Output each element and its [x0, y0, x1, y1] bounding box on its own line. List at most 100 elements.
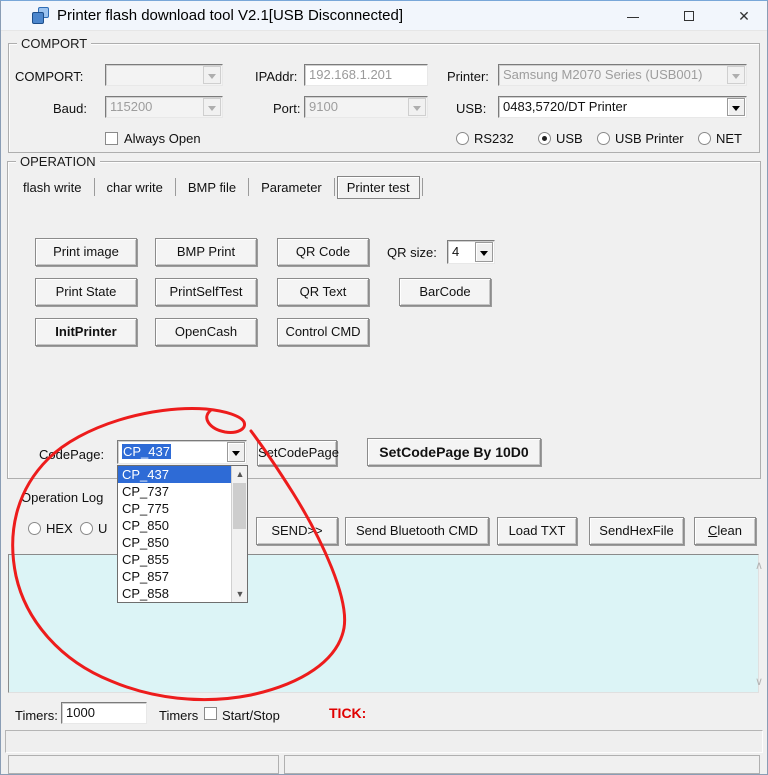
send-hex-file-button[interactable]: SendHexFile	[589, 517, 684, 545]
control-cmd-button[interactable]: Control CMD	[277, 318, 369, 346]
radio-usb-printer[interactable]	[597, 132, 610, 145]
port-label: Port:	[273, 101, 301, 116]
codepage-selected-value: CP_437	[122, 444, 171, 459]
radio-second[interactable]	[80, 522, 93, 535]
tab-bmp-file[interactable]: BMP file	[178, 177, 246, 198]
timers-label: Timers:	[15, 708, 58, 723]
qr-size-select[interactable]: 4	[447, 240, 495, 264]
bmp-print-button[interactable]: BMP Print	[155, 238, 257, 266]
print-self-test-button[interactable]: PrintSelfTest	[155, 278, 257, 306]
codepage-option[interactable]: CP_737	[118, 483, 247, 500]
always-open-checkbox[interactable]	[105, 132, 118, 145]
scrollbar-thumb[interactable]	[233, 483, 246, 529]
comport-label: COMPORT:	[15, 69, 84, 84]
qr-text-button[interactable]: QR Text	[277, 278, 369, 306]
tab-separator	[333, 178, 335, 196]
app-icon	[32, 7, 50, 25]
window-title: Printer flash download tool V2.1[USB Dis…	[57, 7, 404, 24]
log-scroll-down-icon[interactable]: ∨	[755, 675, 763, 688]
comport-select[interactable]	[105, 64, 223, 86]
usb-label: USB:	[456, 101, 487, 116]
radio-rs232[interactable]	[456, 132, 469, 145]
maximize-button[interactable]	[673, 4, 707, 28]
statusbar-panel-2	[284, 755, 760, 774]
radio-net-label: NET	[716, 131, 742, 146]
timers-checkbox-label: Timers	[159, 708, 199, 723]
printer-select-arrow[interactable]	[727, 66, 745, 84]
codepage-select[interactable]: CP_437	[117, 440, 247, 464]
radio-net[interactable]	[698, 132, 711, 145]
send-bluetooth-cmd-button[interactable]: Send Bluetooth CMD	[345, 517, 489, 545]
barcode-button[interactable]: BarCode	[399, 278, 491, 306]
radio-usb-label: USB	[556, 131, 583, 146]
codepage-option[interactable]: CP_850	[118, 534, 247, 551]
tab-separator	[93, 178, 95, 196]
radio-rs232-label: RS232	[474, 131, 514, 146]
radio-hex[interactable]	[28, 522, 41, 535]
usb-select[interactable]: 0483,5720/DT Printer	[498, 96, 747, 118]
load-txt-button[interactable]: Load TXT	[497, 517, 577, 545]
tick-label: TICK:	[329, 705, 367, 721]
set-codepage-button[interactable]: SetCodePage	[257, 440, 339, 466]
codepage-dropdown-list: CP_437 CP_737 CP_775 CP_850 CP_850 CP_85…	[117, 465, 248, 603]
tab-flash-write[interactable]: flash write	[13, 177, 92, 198]
print-image-button[interactable]: Print image	[35, 238, 137, 266]
comport-select-arrow[interactable]	[203, 66, 221, 84]
tab-separator	[248, 178, 250, 196]
log-scroll-up-icon[interactable]: ∧	[755, 559, 763, 572]
codepage-option[interactable]: CP_437	[118, 466, 247, 483]
message-bar	[5, 730, 763, 753]
minimize-button[interactable]	[616, 4, 650, 28]
tab-separator	[174, 178, 176, 196]
baud-label: Baud:	[53, 101, 87, 116]
tab-parameter[interactable]: Parameter	[251, 177, 332, 198]
timers-input[interactable]: 1000	[61, 702, 147, 724]
codepage-option[interactable]: CP_858	[118, 585, 247, 602]
ipaddr-label: IPAddr:	[255, 69, 298, 84]
codepage-option[interactable]: CP_775	[118, 500, 247, 517]
radio-usb[interactable]	[538, 132, 551, 145]
tab-char-write[interactable]: char write	[97, 177, 173, 198]
usb-select-arrow[interactable]	[727, 98, 745, 116]
scroll-up-icon[interactable]: ▲	[232, 466, 248, 482]
baud-select-arrow[interactable]	[203, 98, 221, 116]
codepage-option[interactable]: CP_850	[118, 517, 247, 534]
operation-tabs: flash write char write BMP file Paramete…	[13, 175, 425, 199]
init-printer-button[interactable]: InitPrinter	[35, 318, 137, 346]
operation-group-label: OPERATION	[16, 154, 100, 169]
radio-usb-printer-label: USB Printer	[615, 131, 684, 146]
port-select[interactable]: 9100	[304, 96, 428, 118]
app-window: Printer flash download tool V2.1[USB Dis…	[0, 0, 768, 775]
open-cash-button[interactable]: OpenCash	[155, 318, 257, 346]
start-stop-checkbox[interactable]	[204, 707, 217, 720]
set-codepage-by-10d0-button[interactable]: SetCodePage By 10D0	[367, 438, 541, 466]
send-button[interactable]: SEND>>	[256, 517, 338, 545]
minimize-icon	[627, 17, 639, 18]
dropdown-scrollbar[interactable]: ▲ ▼	[231, 466, 247, 602]
close-button[interactable]: ✕	[727, 4, 761, 28]
always-open-label: Always Open	[124, 131, 201, 146]
qr-code-button[interactable]: QR Code	[277, 238, 369, 266]
codepage-option[interactable]: CP_855	[118, 551, 247, 568]
ipaddr-field[interactable]: 192.168.1.201	[304, 64, 428, 86]
codepage-label: CodePage:	[39, 447, 105, 462]
baud-select[interactable]: 115200	[105, 96, 223, 118]
tab-separator	[421, 178, 423, 196]
maximize-icon	[684, 11, 694, 21]
print-state-button[interactable]: Print State	[35, 278, 137, 306]
codepage-select-arrow[interactable]	[227, 442, 245, 462]
codepage-option[interactable]: CP_857	[118, 568, 247, 585]
clean-button[interactable]: Clean	[694, 517, 756, 545]
radio-second-label: U	[98, 521, 108, 536]
operation-log-label: Operation Log	[21, 490, 104, 505]
title-bar: Printer flash download tool V2.1[USB Dis…	[1, 1, 767, 31]
printer-select[interactable]: Samsung M2070 Series (USB001)	[498, 64, 747, 86]
tab-printer-test[interactable]: Printer test	[336, 175, 420, 199]
port-select-arrow[interactable]	[408, 98, 426, 116]
qr-size-select-arrow[interactable]	[475, 242, 493, 262]
statusbar-panel-1	[8, 755, 279, 774]
qr-size-label: QR size:	[387, 245, 437, 260]
radio-hex-label: HEX	[46, 521, 73, 536]
scroll-down-icon[interactable]: ▼	[232, 586, 248, 602]
printer-label: Printer:	[447, 69, 489, 84]
